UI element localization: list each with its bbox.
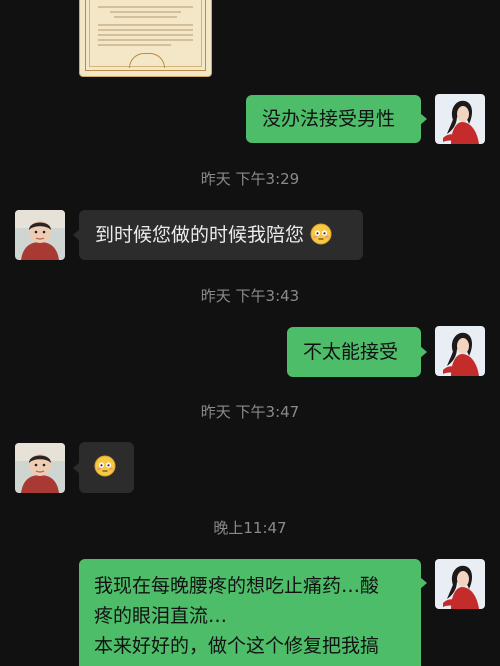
certificate-seal xyxy=(128,53,165,68)
message-text: 到时候您做的时候我陪您 xyxy=(95,224,305,246)
message-text: 没办法接受男性 xyxy=(262,108,396,130)
contact-message-bubble[interactable]: 到时候您做的时候我陪您 xyxy=(79,210,363,260)
message-text: 不太能接受 xyxy=(303,341,399,363)
timestamp: 晚上11:47 xyxy=(213,519,287,537)
timestamp: 昨天 下午3:29 xyxy=(200,170,300,188)
flushed-face-icon xyxy=(94,455,116,477)
own-avatar[interactable] xyxy=(435,326,485,376)
own-avatar[interactable] xyxy=(435,94,485,144)
contact-message-bubble[interactable] xyxy=(79,442,134,493)
message-text-line: 本来好好的，做个这个修复把我搞 xyxy=(94,635,380,657)
contact-avatar[interactable] xyxy=(15,210,65,260)
own-message-bubble[interactable]: 不太能接受 xyxy=(287,327,421,377)
own-message-bubble[interactable]: 我现在每晚腰疼的想吃止痛药…酸 疼的眼泪直流… 本来好好的，做个这个修复把我搞 xyxy=(79,559,421,666)
certificate-image-message[interactable] xyxy=(79,0,212,77)
timestamp: 昨天 下午3:43 xyxy=(200,287,300,305)
own-message-bubble[interactable]: 没办法接受男性 xyxy=(246,95,421,143)
contact-avatar[interactable] xyxy=(15,443,65,493)
own-avatar[interactable] xyxy=(435,559,485,609)
flushed-face-icon xyxy=(310,223,332,245)
timestamp: 昨天 下午3:47 xyxy=(200,403,300,421)
message-text-line: 疼的眼泪直流… xyxy=(94,605,228,627)
message-text-line: 我现在每晚腰疼的想吃止痛药…酸 xyxy=(94,575,380,597)
